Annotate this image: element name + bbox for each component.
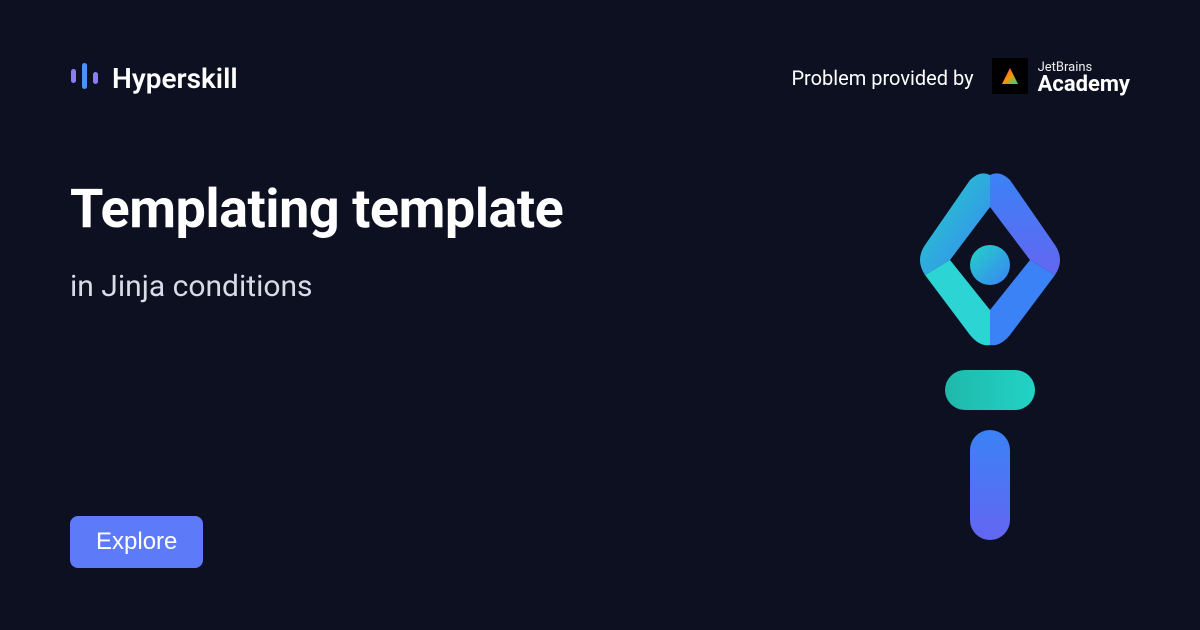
explore-button[interactable]: Explore — [70, 516, 203, 568]
jetbrains-academy-icon — [992, 58, 1028, 98]
page-title: Templating template — [70, 178, 563, 241]
main-content: Templating template in Jinja conditions — [70, 178, 563, 304]
academy-text: JetBrains Academy — [1038, 61, 1130, 96]
pen-illustration-icon — [890, 165, 1090, 565]
header: Hyperskill Problem provided by — [70, 58, 1130, 98]
hyperskill-logo-icon — [70, 61, 100, 95]
brand-name: Hyperskill — [112, 62, 238, 95]
brand: Hyperskill — [70, 61, 238, 95]
provider-block: Problem provided by Je — [791, 58, 1130, 98]
academy-badge: JetBrains Academy — [992, 58, 1130, 98]
page-subtitle: in Jinja conditions — [70, 269, 563, 304]
provider-label: Problem provided by — [791, 66, 973, 90]
academy-name: Academy — [1038, 74, 1130, 96]
